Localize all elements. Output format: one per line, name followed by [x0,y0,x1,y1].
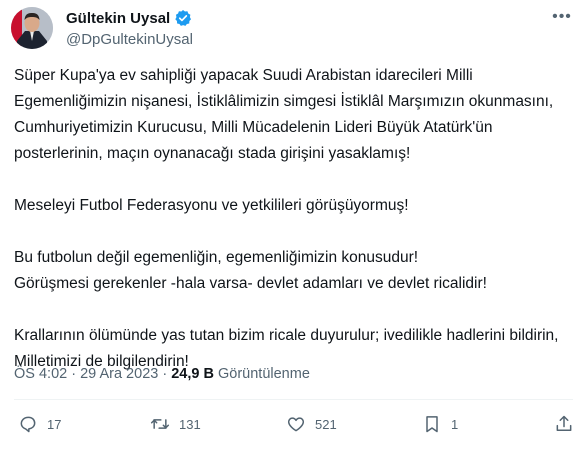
verified-badge-icon[interactable] [174,9,192,27]
divider [14,399,573,400]
views-label: Görüntülenme [218,366,310,382]
meta-separator: · [162,366,168,382]
action-bar: 17 131 521 1 [14,414,584,440]
heart-icon [287,417,305,432]
tweet-paragraph: Süper Kupa'ya ev sahipliği yapacak Suudi… [14,67,554,162]
retweet-icon [150,419,170,429]
tweet-date[interactable]: 29 Ara 2023 [80,366,158,382]
reply-icon [20,416,36,433]
reply-count: 17 [47,416,62,432]
tweet-paragraph: Meseleyi Futbol Federasyonu ve yetkilile… [14,197,409,214]
tweet-text: Süper Kupa'ya ev sahipliği yapacak Suudi… [14,63,576,375]
meta-separator: · [71,366,77,382]
tweet-meta: ÖS 4:02 · 29 Ara 2023 · 24,9 B Görüntüle… [14,366,310,382]
author-handle[interactable]: @DpGultekinUysal [66,31,193,48]
bookmark-button[interactable]: 1 [422,414,458,434]
bookmark-count: 1 [451,416,459,432]
more-icon[interactable]: ••• [551,9,573,30]
retweet-button[interactable]: 131 [150,414,201,434]
tweet-paragraph: Bu futbolun değil egemenliğin, egemenliğ… [14,249,487,292]
author-name[interactable]: Gültekin Uysal [66,10,170,27]
avatar-image [11,7,53,49]
share-icon [556,415,572,431]
tweet-card: Gültekin Uysal @DpGultekinUysal ••• Süpe… [0,0,587,450]
tweet-time[interactable]: ÖS 4:02 [14,366,67,382]
like-button[interactable]: 521 [286,414,337,434]
retweet-count: 131 [179,416,201,432]
author-name-row: Gültekin Uysal [66,9,192,27]
like-count: 521 [315,416,337,432]
reply-button[interactable]: 17 [18,414,61,434]
avatar[interactable] [11,7,53,49]
views-count: 24,9 B [171,366,214,382]
bookmark-icon [426,416,438,433]
share-button[interactable] [554,414,574,434]
